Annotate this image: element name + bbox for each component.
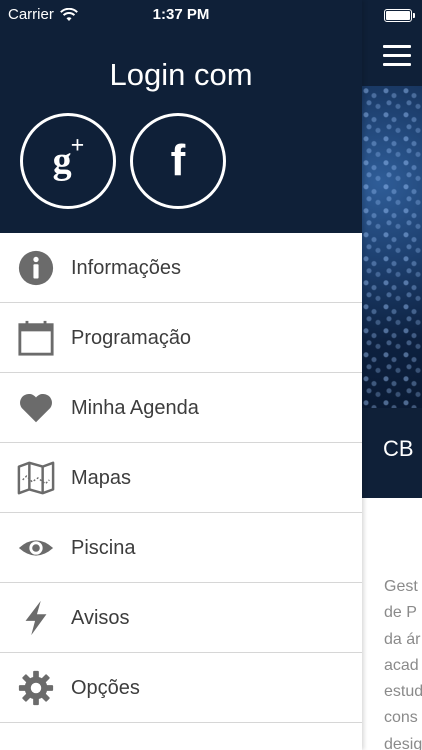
main-body-text: Gest de P da ár acad estud cons desig <box>384 574 422 750</box>
menu-item-label: Opções <box>71 677 140 699</box>
menu-item-label: Programação <box>71 327 192 349</box>
menu-item-informacoes[interactable]: Informações <box>0 233 362 303</box>
status-time: 1:37 PM <box>152 6 210 23</box>
menu-item-piscina[interactable]: Piscina <box>0 513 362 583</box>
battery-icon <box>384 9 415 22</box>
drawer-menu: Informações Programação Minha Agenda Map… <box>0 233 362 723</box>
eye-icon <box>16 528 56 568</box>
main-header-image <box>362 86 422 408</box>
menu-item-label: Minha Agenda <box>71 397 199 419</box>
menu-item-mapas[interactable]: Mapas <box>0 443 362 513</box>
main-body-line: de P <box>384 604 417 622</box>
side-drawer: Carrier 1:37 PM Login com g+ f Informaçõ… <box>0 0 362 750</box>
google-plus-icon: g+ <box>52 133 85 182</box>
menu-item-label: Informações <box>71 257 182 279</box>
main-body-line: cons <box>384 709 418 727</box>
login-title: Login com <box>109 57 253 92</box>
menu-item-label: Avisos <box>71 607 130 629</box>
facebook-icon: f <box>170 136 186 185</box>
menu-item-avisos[interactable]: Avisos <box>0 583 362 653</box>
hamburger-menu-icon[interactable] <box>383 45 411 67</box>
menu-item-label: Mapas <box>71 467 132 489</box>
heart-icon <box>16 388 56 428</box>
main-body-line: estud <box>384 683 422 701</box>
lightning-icon <box>16 598 56 638</box>
main-body-line: da ár <box>384 630 421 648</box>
menu-item-label: Piscina <box>71 537 136 559</box>
map-icon <box>16 458 56 498</box>
menu-item-programacao[interactable]: Programação <box>0 303 362 373</box>
main-content: CB Gest de P da ár acad estud cons desig <box>362 0 422 750</box>
info-icon <box>16 248 56 288</box>
facebook-login-button[interactable]: f <box>130 113 226 209</box>
drawer-header: Carrier 1:37 PM Login com g+ f <box>0 0 362 233</box>
main-body-line: acad <box>384 656 419 674</box>
google-plus-login-button[interactable]: g+ <box>20 113 116 209</box>
main-body-line: desig <box>384 735 422 750</box>
gear-icon <box>16 668 56 708</box>
menu-item-minha-agenda[interactable]: Minha Agenda <box>0 373 362 443</box>
menu-item-opcoes[interactable]: Opções <box>0 653 362 723</box>
calendar-icon <box>16 318 56 358</box>
main-title: CB <box>383 436 414 461</box>
main-body-line: Gest <box>384 578 418 595</box>
